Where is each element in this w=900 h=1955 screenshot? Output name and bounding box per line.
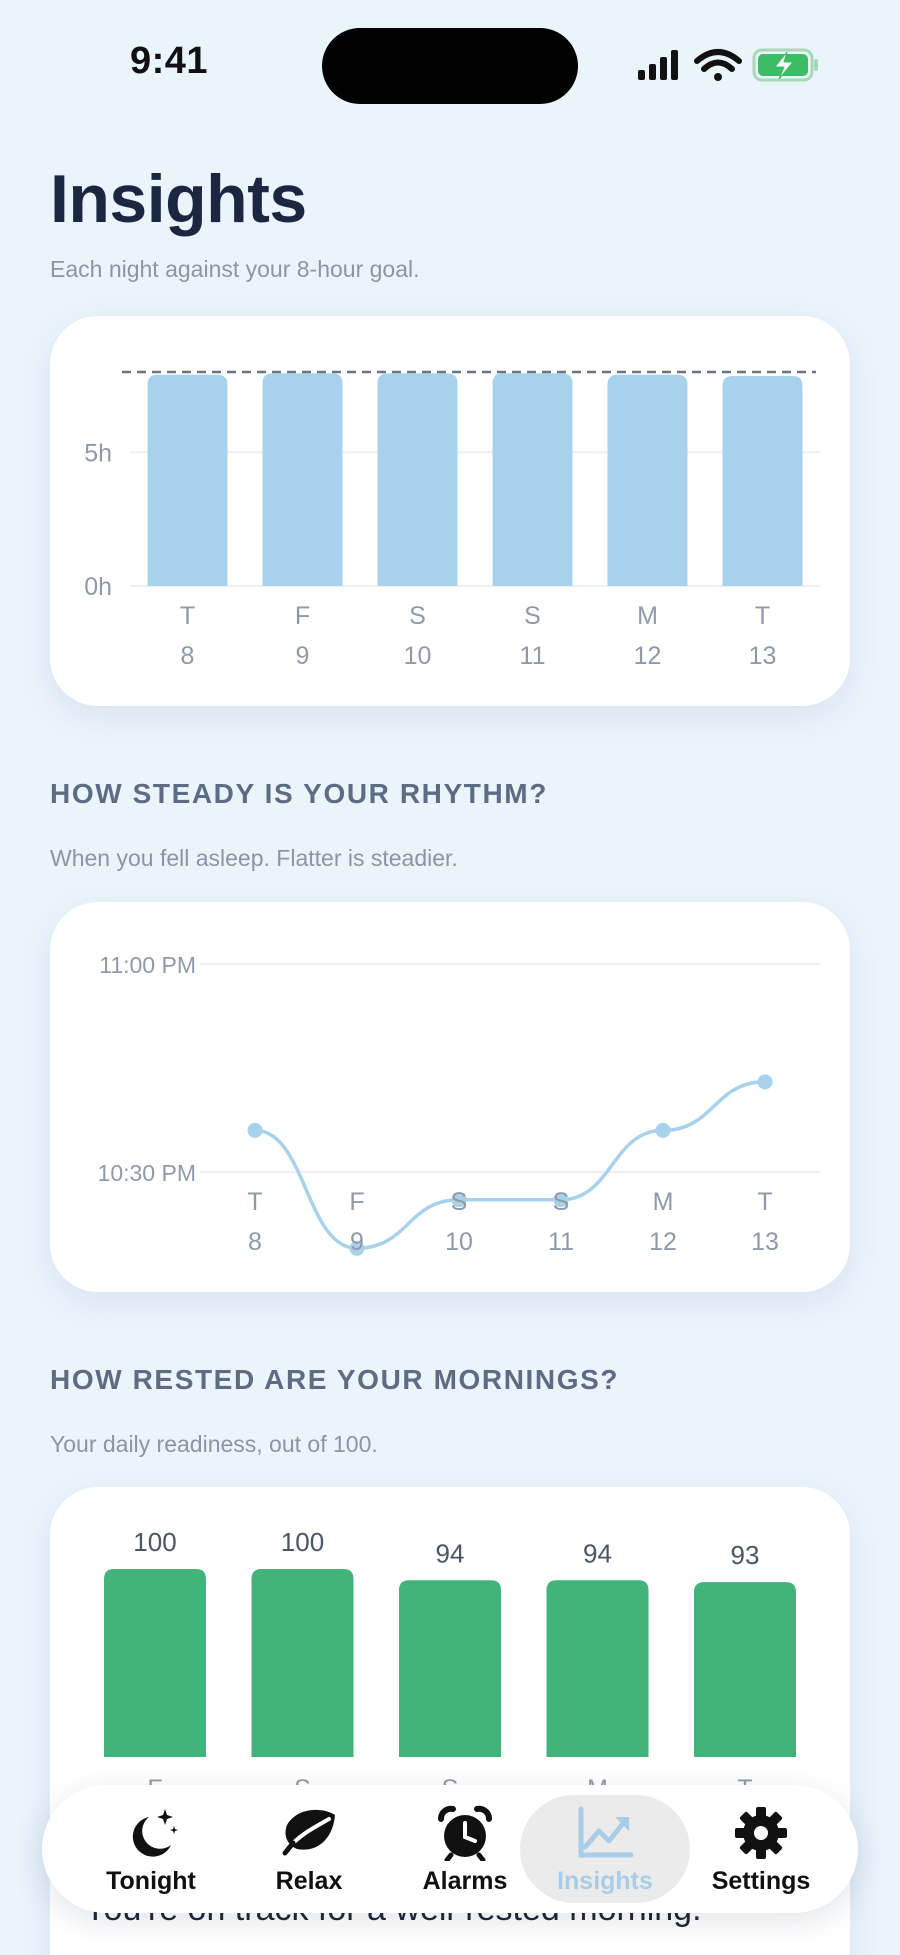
y-tick-label: 10:30 PM (98, 1160, 196, 1186)
x-day-label: S (409, 602, 426, 630)
alarm-clock-icon (438, 1805, 492, 1861)
y-tick-label: 0h (84, 573, 112, 601)
sleep-section-subtitle: Each night against your 8-hour goal. (50, 256, 420, 282)
sleep-duration-chart: 0h 5h T 8 F 9 S 10 S 11 M 12 T 13 (84, 370, 820, 670)
page-title: Insights (50, 161, 307, 237)
sleep-duration-card: 0h 5h T 8 F 9 S 10 S 11 M 12 T 13 (50, 316, 850, 706)
tab-label: Insights (557, 1867, 653, 1895)
rhythm-point (247, 1122, 263, 1138)
x-day-label: T (247, 1188, 262, 1216)
readiness-bar (694, 1582, 796, 1757)
x-date-label: 9 (350, 1228, 364, 1256)
x-date-label: 8 (248, 1228, 262, 1256)
cellular-signal-icon (638, 50, 678, 80)
tab-label: Settings (711, 1867, 811, 1895)
readiness-bar (104, 1569, 206, 1757)
x-date-label: 10 (445, 1228, 473, 1256)
readiness-bar (546, 1580, 649, 1757)
tab-label: Relax (275, 1867, 343, 1895)
y-tick-label: 11:00 PM (99, 952, 196, 978)
x-day-label: T (757, 1188, 772, 1216)
mornings-section-subtitle: Your daily readiness, out of 100. (50, 1431, 378, 1457)
status-bar: 9:41 (0, 0, 900, 130)
x-date-label: 13 (751, 1228, 779, 1256)
rhythm-section-title: HOW STEADY IS YOUR RHYTHM? (50, 778, 548, 809)
sleep-bar (607, 374, 688, 586)
readiness-value-label: 94 (583, 1538, 612, 1568)
rhythm-point (757, 1074, 773, 1090)
sleep-bar (722, 376, 803, 586)
tab-bar: Tonight Relax Alarms Insights Settings (42, 1785, 858, 1913)
sleep-bar (492, 373, 573, 586)
tab-label: Tonight (106, 1867, 196, 1895)
gear-icon (735, 1807, 787, 1859)
readiness-chart: 100F100S94S94M93T (104, 1527, 796, 1803)
x-day-label: T (180, 602, 195, 630)
rhythm-card: 10:30 PM 11:00 PM T 8 F 9 S 10 S 11 M 12 T 13 (50, 902, 850, 1292)
tab-insights[interactable]: Insights (520, 1785, 690, 1913)
status-time: 9:41 (130, 40, 209, 82)
tab-relax[interactable]: Relax (224, 1785, 394, 1913)
leaf-icon (282, 1809, 335, 1856)
readiness-value-label: 94 (436, 1538, 465, 1568)
x-day-label: S (451, 1188, 468, 1216)
rhythm-section-subtitle: When you fell asleep. Flatter is steadie… (50, 845, 458, 871)
readiness-value-label: 93 (731, 1540, 760, 1570)
moon-stars-icon (132, 1809, 178, 1857)
x-date-label: 10 (404, 642, 432, 670)
rhythm-chart: 10:30 PM 11:00 PM T 8 F 9 S 10 S 11 M 12 T 13 (98, 952, 820, 1256)
readiness-value-label: 100 (281, 1527, 324, 1557)
x-date-label: 9 (296, 642, 310, 670)
x-date-label: 12 (649, 1228, 677, 1256)
sleep-bar (147, 374, 228, 586)
x-day-label: S (524, 602, 541, 630)
tab-tonight[interactable]: Tonight (66, 1785, 236, 1913)
sleep-bar (262, 373, 343, 586)
status-icons (638, 48, 818, 82)
battery-charging-icon (752, 48, 818, 82)
x-day-label: S (553, 1188, 570, 1216)
x-day-label: M (637, 602, 658, 630)
x-date-label: 12 (634, 642, 662, 670)
sleep-bar (377, 373, 458, 586)
x-date-label: 13 (749, 642, 777, 670)
x-day-label: M (653, 1188, 674, 1216)
dynamic-island (322, 28, 578, 104)
chart-trend-icon (578, 1806, 634, 1858)
x-date-label: 8 (181, 642, 195, 670)
x-date-label: 11 (548, 1228, 574, 1256)
readiness-value-label: 100 (133, 1527, 176, 1557)
x-day-label: F (349, 1188, 364, 1216)
x-day-label: T (755, 602, 770, 630)
readiness-bar (399, 1580, 501, 1757)
tab-settings[interactable]: Settings (676, 1785, 846, 1913)
readiness-bar (251, 1569, 354, 1757)
rhythm-point (655, 1122, 671, 1138)
y-tick-label: 5h (84, 439, 112, 467)
rhythm-line (254, 1080, 766, 1251)
wifi-icon (694, 49, 742, 81)
mornings-section-title: HOW RESTED ARE YOUR MORNINGS? (50, 1364, 620, 1395)
x-date-label: 11 (520, 642, 546, 670)
x-day-label: F (295, 602, 310, 630)
